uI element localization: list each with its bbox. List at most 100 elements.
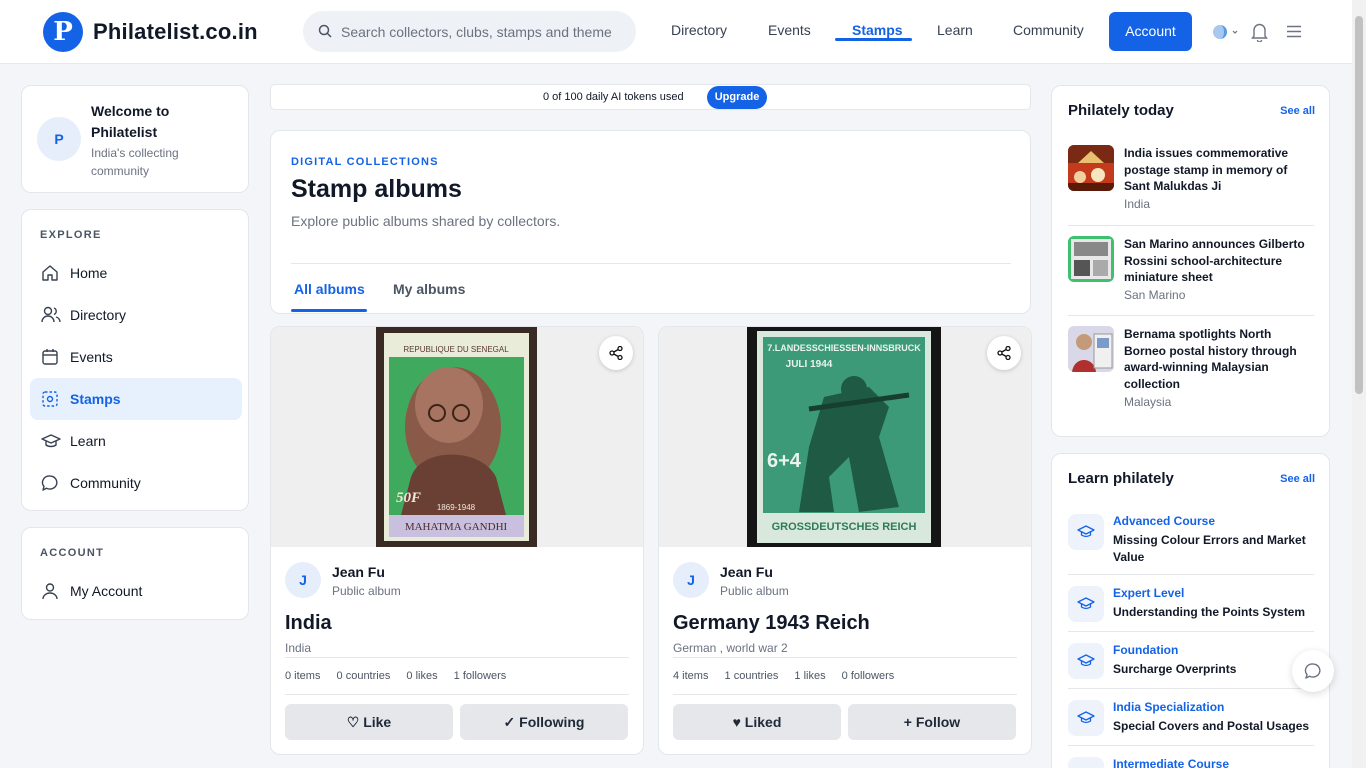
upgrade-button[interactable]: Upgrade [707, 86, 767, 109]
album-card-germany[interactable]: 7.LANDESSCHIESSEN-INNSBRUCK JULI 1944 6+… [658, 326, 1032, 755]
course-title[interactable]: Missing Colour Errors and Market Value [1113, 532, 1313, 565]
notifications-button[interactable] [1250, 22, 1269, 47]
course-level[interactable]: Foundation [1113, 643, 1178, 657]
follow-button[interactable]: ✓ Following [460, 704, 628, 740]
stamp-image-gandhi: REPUBLIQUE DU SENEGAL 50F 1869-1948 MAHA… [376, 327, 537, 547]
home-icon [42, 265, 58, 281]
sidebar-item-events[interactable]: Events [30, 336, 242, 378]
news-thumbnail[interactable] [1068, 236, 1114, 282]
course-title[interactable]: Surcharge Overprints [1113, 661, 1313, 678]
course-icon-box [1068, 643, 1104, 679]
news-title[interactable]: Bernama spotlights North Borneo postal h… [1124, 326, 1314, 392]
owner-name[interactable]: Jean Fu [332, 564, 385, 580]
divider [673, 657, 1017, 658]
news-thumbnail[interactable] [1068, 145, 1114, 191]
user-icon [42, 583, 58, 600]
album-cover[interactable]: 7.LANDESSCHIESSEN-INNSBRUCK JULI 1944 6+… [659, 327, 1031, 547]
followers-count: 1 followers [453, 670, 507, 682]
course-level[interactable]: Advanced Course [1113, 514, 1215, 528]
tab-all-albums[interactable]: All albums [294, 281, 365, 297]
course-level[interactable]: India Specialization [1113, 700, 1224, 714]
brand-name[interactable]: Philatelist.co.in [93, 19, 258, 45]
news-item[interactable]: India issues commemorative postage stamp… [1068, 145, 1314, 215]
album-visibility: Public album [332, 584, 401, 598]
search-bar[interactable] [303, 11, 636, 52]
album-title[interactable]: India [285, 612, 332, 635]
learn-item[interactable]: Intermediate Course [1068, 757, 1314, 768]
tab-my-albums[interactable]: My albums [393, 281, 465, 297]
album-stats: 0 items 0 countries 0 likes 1 followers [285, 670, 519, 682]
owner-name[interactable]: Jean Fu [720, 564, 773, 580]
logo-icon[interactable]: P [43, 12, 83, 52]
graduation-cap-icon [41, 434, 61, 448]
nav-directory[interactable]: Directory [671, 22, 727, 38]
see-all-learn-link[interactable]: See all [1280, 473, 1315, 485]
divider [1068, 574, 1314, 575]
svg-text:7.LANDESSCHIESSEN-INNSBRUCK: 7.LANDESSCHIESSEN-INNSBRUCK [767, 343, 921, 353]
divider [285, 657, 629, 658]
sidebar-item-home[interactable]: Home [30, 252, 242, 294]
sidebar-item-my-account[interactable]: My Account [30, 570, 242, 612]
divider [1068, 631, 1314, 632]
search-input[interactable] [341, 11, 611, 52]
share-button[interactable] [987, 336, 1021, 370]
page-subtitle: Explore public albums shared by collecto… [291, 213, 561, 229]
sidebar-item-stamps[interactable]: Stamps [30, 378, 242, 420]
welcome-card: P Welcome to Philatelist India's collect… [21, 85, 249, 193]
items-count: 0 items [285, 670, 321, 682]
sidebar-item-community[interactable]: Community [30, 462, 242, 504]
nav-learn[interactable]: Learn [937, 22, 973, 38]
learn-item[interactable]: Expert Level Understanding the Points Sy… [1068, 586, 1314, 626]
album-title[interactable]: Germany 1943 Reich [673, 612, 870, 635]
news-item[interactable]: Bernama spotlights North Borneo postal h… [1068, 326, 1314, 416]
sidebar-item-directory[interactable]: Directory [30, 294, 242, 336]
sidebar-item-label: Events [70, 349, 113, 365]
learn-philately-card: Learn philately See all Advanced Course … [1051, 453, 1330, 768]
news-thumbnail[interactable] [1068, 326, 1114, 372]
theme-toggle[interactable] [1211, 23, 1239, 46]
graduation-cap-icon [1077, 525, 1095, 538]
account-button[interactable]: Account [1109, 12, 1192, 51]
like-button[interactable]: ♡ Like [285, 704, 453, 740]
scrollbar-thumb[interactable] [1355, 16, 1363, 394]
nav-stamps[interactable]: Stamps [852, 22, 903, 38]
news-country: India [1124, 197, 1151, 211]
top-header: P Philatelist.co.in Directory Events Sta… [0, 0, 1352, 64]
news-title[interactable]: San Marino announces Gilberto Rossini sc… [1124, 236, 1314, 286]
sidebar-item-learn[interactable]: Learn [30, 420, 242, 462]
album-cover[interactable]: REPUBLIQUE DU SENEGAL 50F 1869-1948 MAHA… [271, 327, 643, 547]
users-icon [41, 306, 61, 323]
learn-item[interactable]: India Specialization Special Covers and … [1068, 700, 1314, 740]
liked-button[interactable]: ♥ Liked [673, 704, 841, 740]
news-item[interactable]: San Marino announces Gilberto Rossini sc… [1068, 236, 1314, 306]
course-icon-box [1068, 700, 1104, 736]
welcome-title: Welcome to Philatelist [91, 103, 170, 140]
share-icon [609, 346, 623, 360]
share-button[interactable] [599, 336, 633, 370]
news-image-icon [1068, 326, 1114, 372]
svg-text:MAHATMA GANDHI: MAHATMA GANDHI [405, 521, 508, 533]
graduation-cap-icon [1077, 654, 1095, 667]
course-title[interactable]: Special Covers and Postal Usages [1113, 718, 1313, 735]
menu-button[interactable] [1287, 25, 1301, 43]
graduation-cap-icon [1077, 597, 1095, 610]
owner-avatar[interactable]: J [285, 562, 321, 598]
album-card-india[interactable]: REPUBLIQUE DU SENEGAL 50F 1869-1948 MAHA… [270, 326, 644, 755]
learn-item[interactable]: Advanced Course Missing Colour Errors an… [1068, 514, 1314, 565]
sidebar-item-label: Directory [70, 307, 127, 323]
nav-events[interactable]: Events [768, 22, 811, 38]
course-level[interactable]: Intermediate Course [1113, 757, 1229, 768]
news-title[interactable]: India issues commemorative postage stamp… [1124, 145, 1314, 195]
see-all-news-link[interactable]: See all [1280, 105, 1315, 117]
course-level[interactable]: Expert Level [1113, 586, 1184, 600]
welcome-avatar: P [37, 117, 81, 161]
svg-text:1869-1948: 1869-1948 [437, 503, 476, 512]
chat-button[interactable] [1292, 650, 1334, 692]
album-description: India [285, 641, 312, 655]
philately-today-card: Philately today See all India issues com… [1051, 85, 1330, 437]
nav-community[interactable]: Community [1013, 22, 1084, 38]
learn-item[interactable]: Foundation Surcharge Overprints [1068, 643, 1314, 683]
follow-button[interactable]: + Follow [848, 704, 1016, 740]
owner-avatar[interactable]: J [673, 562, 709, 598]
course-title[interactable]: Understanding the Points System [1113, 604, 1313, 621]
